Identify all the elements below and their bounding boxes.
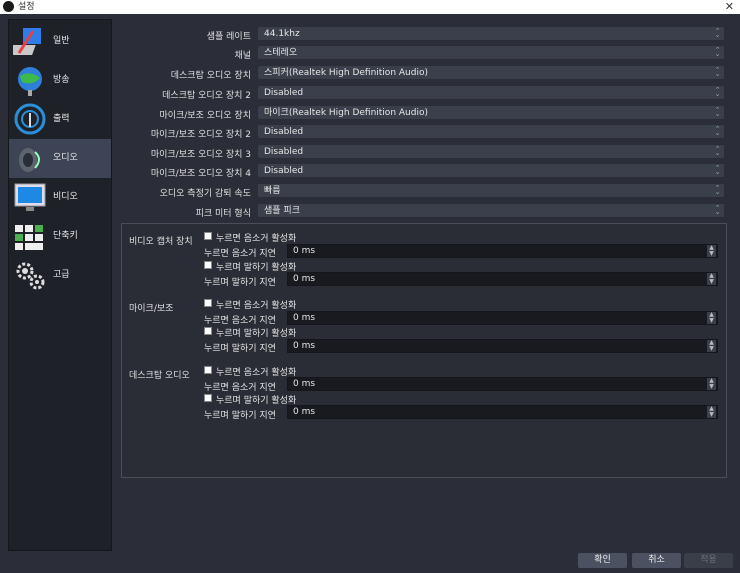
- sidebar-item-label: 단축키: [53, 231, 78, 241]
- chevron-updown-icon: ⌃ ⌄: [714, 204, 721, 216]
- sidebar-item-audio[interactable]: 오디오: [9, 139, 111, 178]
- push-to-talk-delay-label: 누르며 말하기 지연: [204, 344, 276, 354]
- push-to-mute-delay-label: 누르면 음소거 지연: [204, 383, 276, 393]
- push-to-mute-delay-label: 누르면 음소거 지연: [204, 249, 276, 259]
- sidebar-item-label: 비디오: [53, 192, 78, 202]
- push-to-mute-label: 누르면 음소거 활성화: [216, 234, 297, 244]
- push-to-talk-delay-label: 누르며 말하기 지연: [204, 411, 276, 421]
- meter-decay-select[interactable]: 빠름 ⌃ ⌄: [257, 183, 725, 198]
- push-to-talk-checkbox[interactable]: [204, 261, 212, 269]
- peak-meter-select[interactable]: 샘플 피크 ⌃ ⌄: [257, 203, 725, 218]
- push-to-mute-checkbox[interactable]: [204, 299, 212, 307]
- push-to-mute-delay-input[interactable]: 0 ms ▲ ▼: [287, 244, 718, 258]
- sample-rate-label: 샘플 레이트: [206, 32, 251, 42]
- window-title: 설정: [18, 2, 35, 12]
- peak-meter-label: 피크 미터 형식: [195, 209, 251, 219]
- sidebar-item-label: 일반: [53, 36, 70, 46]
- desktop-audio-2-label: 데스크탑 오디오 장치 2: [162, 91, 251, 101]
- mic-audio-2-label: 마이크/보조 오디오 장치 2: [150, 130, 251, 140]
- spin-down-icon[interactable]: ▼: [707, 384, 716, 390]
- apply-button[interactable]: 적용: [684, 553, 733, 568]
- advanced-icon: [16, 262, 45, 290]
- general-icon: [13, 28, 41, 55]
- chevron-updown-icon: ⌃ ⌄: [714, 106, 721, 118]
- push-to-talk-checkbox[interactable]: [204, 394, 212, 402]
- close-icon[interactable]: ✕: [725, 0, 734, 14]
- ok-button[interactable]: 확인: [578, 553, 627, 568]
- obs-logo-icon: [3, 1, 14, 12]
- mic-audio-select[interactable]: 마이크(Realtek High Definition Audio) ⌃ ⌄: [257, 105, 725, 120]
- push-to-talk-label: 누르며 말하기 활성화: [216, 263, 297, 273]
- chevron-updown-icon: ⌃ ⌄: [714, 27, 721, 39]
- desktop-audio-2-select[interactable]: Disabled ⌃ ⌄: [257, 85, 725, 100]
- hotkey-group-label: 비디오 캡처 장치: [129, 237, 193, 247]
- push-to-talk-checkbox[interactable]: [204, 327, 212, 335]
- hotkeys-icon: [15, 225, 43, 250]
- spin-down-icon[interactable]: ▼: [707, 346, 716, 352]
- push-to-talk-delay-input[interactable]: 0 ms ▲ ▼: [287, 339, 718, 353]
- stream-icon: [18, 67, 42, 96]
- push-to-talk-label: 누르며 말하기 활성화: [216, 329, 297, 339]
- chevron-updown-icon: ⌃ ⌄: [714, 164, 721, 176]
- settings-sidebar: 일반 방송 출력 오디오 비디오 단축키 고급: [8, 19, 112, 551]
- sidebar-item-label: 출력: [53, 114, 70, 124]
- spin-down-icon[interactable]: ▼: [707, 318, 716, 324]
- sidebar-item-label: 오디오: [53, 153, 78, 163]
- push-to-mute-delay-label: 누르면 음소거 지연: [204, 316, 276, 326]
- channels-label: 채널: [234, 51, 251, 61]
- sidebar-item-label: 방송: [53, 75, 70, 85]
- sidebar-item-hotkeys[interactable]: 단축키: [9, 217, 111, 256]
- sample-rate-select[interactable]: 44.1khz ⌃ ⌄: [257, 26, 725, 41]
- mic-audio-3-select[interactable]: Disabled ⌃ ⌄: [257, 144, 725, 159]
- desktop-audio-label: 데스크탑 오디오 장치: [170, 71, 251, 81]
- mic-audio-4-select[interactable]: Disabled ⌃ ⌄: [257, 163, 725, 178]
- push-to-mute-delay-input[interactable]: 0 ms ▲ ▼: [287, 377, 718, 391]
- hotkey-group-label: 데스크탑 오디오: [129, 371, 190, 381]
- cancel-button[interactable]: 취소: [632, 553, 681, 568]
- desktop-audio-select[interactable]: 스피커(Realtek High Definition Audio) ⌃ ⌄: [257, 65, 725, 80]
- mic-audio-2-select[interactable]: Disabled ⌃ ⌄: [257, 124, 725, 139]
- spin-down-icon[interactable]: ▼: [707, 279, 716, 285]
- push-to-mute-label: 누르면 음소거 활성화: [216, 368, 297, 378]
- sidebar-item-output[interactable]: 출력: [9, 100, 111, 139]
- sidebar-item-advanced[interactable]: 고급: [9, 256, 111, 295]
- chevron-updown-icon: ⌃ ⌄: [714, 145, 721, 157]
- title-bar: 설정 ✕: [0, 0, 740, 14]
- push-to-talk-delay-input[interactable]: 0 ms ▲ ▼: [287, 272, 718, 286]
- push-to-talk-label: 누르며 말하기 활성화: [216, 396, 297, 406]
- chevron-updown-icon: ⌃ ⌄: [714, 66, 721, 78]
- sidebar-item-general[interactable]: 일반: [9, 22, 111, 61]
- mic-audio-label: 마이크/보조 오디오 장치: [159, 111, 251, 121]
- mic-audio-3-label: 마이크/보조 오디오 장치 3: [150, 150, 251, 160]
- push-to-talk-delay-label: 누르며 말하기 지연: [204, 278, 276, 288]
- push-to-talk-delay-input[interactable]: 0 ms ▲ ▼: [287, 405, 718, 419]
- push-to-mute-checkbox[interactable]: [204, 232, 212, 240]
- sidebar-item-video[interactable]: 비디오: [9, 178, 111, 217]
- hotkey-group-label: 마이크/보조: [129, 304, 174, 314]
- sidebar-item-stream[interactable]: 방송: [9, 61, 111, 100]
- sidebar-item-label: 고급: [53, 270, 70, 280]
- chevron-updown-icon: ⌃ ⌄: [714, 184, 721, 196]
- spin-down-icon[interactable]: ▼: [707, 251, 716, 257]
- video-icon: [14, 183, 46, 211]
- audio-icon: [19, 148, 40, 172]
- meter-decay-label: 오디오 측정기 감퇴 속도: [159, 189, 251, 199]
- mic-audio-4-label: 마이크/보조 오디오 장치 4: [150, 169, 251, 179]
- push-to-mute-delay-input[interactable]: 0 ms ▲ ▼: [287, 311, 718, 325]
- output-icon: [14, 103, 46, 135]
- spin-down-icon[interactable]: ▼: [707, 412, 716, 418]
- chevron-updown-icon: ⌃ ⌄: [714, 125, 721, 137]
- chevron-updown-icon: ⌃ ⌄: [714, 86, 721, 98]
- push-to-mute-label: 누르면 음소거 활성화: [216, 301, 297, 311]
- channels-select[interactable]: 스테레오 ⌃ ⌄: [257, 45, 725, 60]
- chevron-updown-icon: ⌃ ⌄: [714, 46, 721, 58]
- push-to-mute-checkbox[interactable]: [204, 366, 212, 374]
